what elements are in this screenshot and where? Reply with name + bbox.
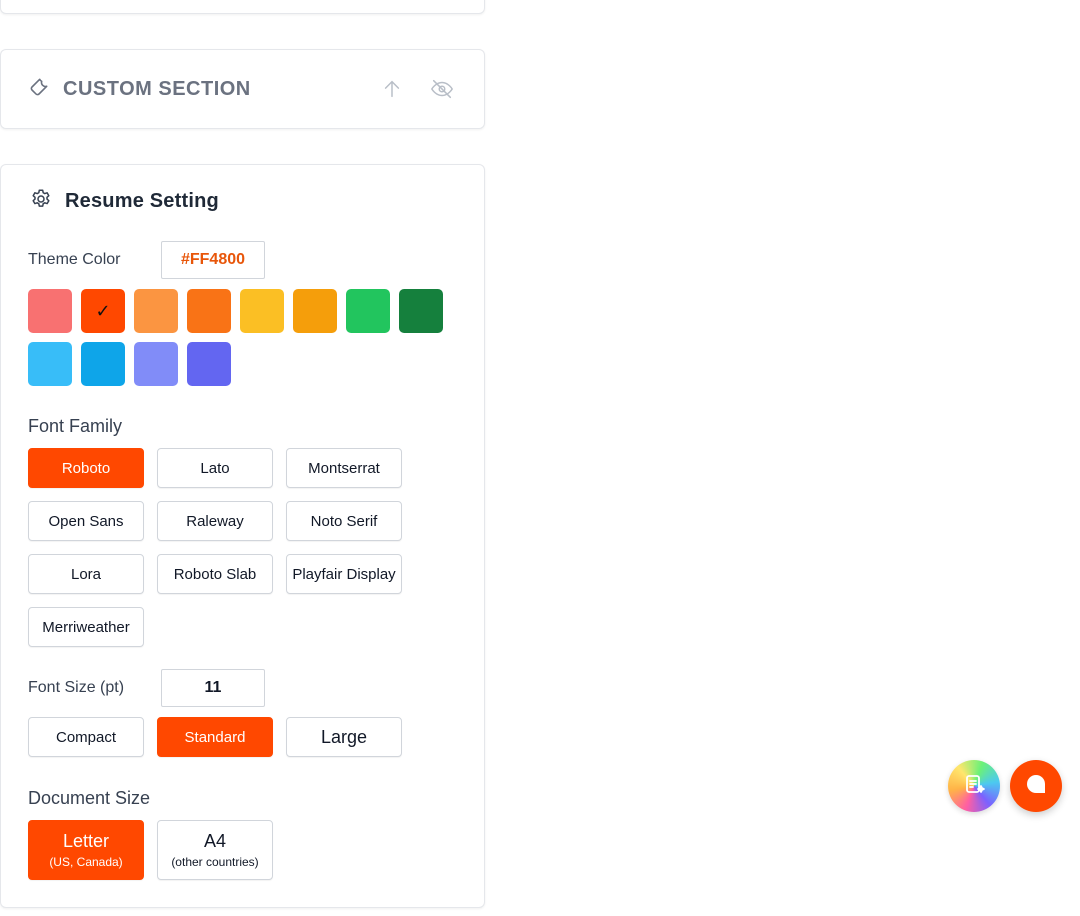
gear-icon: [29, 187, 53, 216]
document-size-button[interactable]: Letter (US, Canada): [28, 820, 144, 880]
font-option-button[interactable]: Merriweather: [28, 607, 144, 647]
font-option-button[interactable]: Lora: [28, 554, 144, 594]
font-option-button[interactable]: Noto Serif: [286, 501, 402, 541]
resume-setting-card: Resume Setting Theme Color #FF4800 ✓ Fon…: [0, 164, 485, 908]
previous-section-card: [0, 0, 485, 14]
theme-color-input[interactable]: #FF4800: [161, 241, 265, 279]
arrow-up-icon[interactable]: [380, 77, 404, 101]
chat-bubble-icon: [1025, 773, 1047, 800]
theme-color-label: Theme Color: [28, 251, 121, 268]
color-swatch[interactable]: [28, 289, 72, 333]
font-option-button[interactable]: Raleway: [157, 501, 273, 541]
chat-button[interactable]: [1010, 760, 1062, 812]
document-size-subtext: (other countries): [171, 855, 259, 869]
color-swatch[interactable]: [134, 289, 178, 333]
color-swatch[interactable]: [293, 289, 337, 333]
document-size-button[interactable]: A4 (other countries): [157, 820, 273, 880]
font-family-label: Font Family: [28, 416, 123, 436]
color-swatch[interactable]: [346, 289, 390, 333]
custom-section-title: CUSTOM SECTION: [63, 77, 251, 100]
font-option-button[interactable]: Playfair Display: [286, 554, 402, 594]
resume-setting-title: Resume Setting: [65, 190, 219, 212]
font-option-button[interactable]: Montserrat: [286, 448, 402, 488]
wrench-icon: [27, 75, 51, 104]
document-size-label-text: A4: [203, 831, 227, 851]
font-size-input[interactable]: 11: [161, 669, 265, 707]
color-swatch-grid: ✓: [28, 289, 458, 386]
font-option-button[interactable]: Roboto Slab: [157, 554, 273, 594]
font-option-button[interactable]: Roboto: [28, 448, 144, 488]
color-swatch[interactable]: [240, 289, 284, 333]
font-option-button[interactable]: Open Sans: [28, 501, 144, 541]
document-size-label-text: Letter: [62, 831, 110, 851]
font-family-options: Roboto Lato Montserrat Open Sans Raleway Noto…: [28, 448, 402, 647]
font-size-preset-button[interactable]: Large: [286, 717, 402, 757]
font-size-preset-button[interactable]: Standard: [157, 717, 273, 757]
color-swatch[interactable]: [134, 342, 178, 386]
custom-section-card[interactable]: CUSTOM SECTION: [0, 49, 485, 129]
document-size-subtext: (US, Canada): [49, 855, 123, 869]
font-option-button[interactable]: Lato: [157, 448, 273, 488]
document-size-label: Document Size: [28, 788, 151, 808]
document-size-options: Letter (US, Canada) A4 (other countries): [28, 820, 402, 880]
font-size-presets: Compact Standard Large: [28, 717, 402, 757]
color-swatch[interactable]: ✓: [81, 289, 125, 333]
color-swatch[interactable]: [399, 289, 443, 333]
color-swatch[interactable]: [81, 342, 125, 386]
document-sparkle-icon: [962, 772, 986, 801]
eye-off-icon[interactable]: [430, 77, 454, 101]
font-size-preset-button[interactable]: Compact: [28, 717, 144, 757]
color-swatch[interactable]: [187, 342, 231, 386]
ai-assistant-button[interactable]: [948, 760, 1000, 812]
color-swatch[interactable]: [28, 342, 72, 386]
font-size-label: Font Size (pt): [28, 679, 125, 696]
color-swatch[interactable]: [187, 289, 231, 333]
